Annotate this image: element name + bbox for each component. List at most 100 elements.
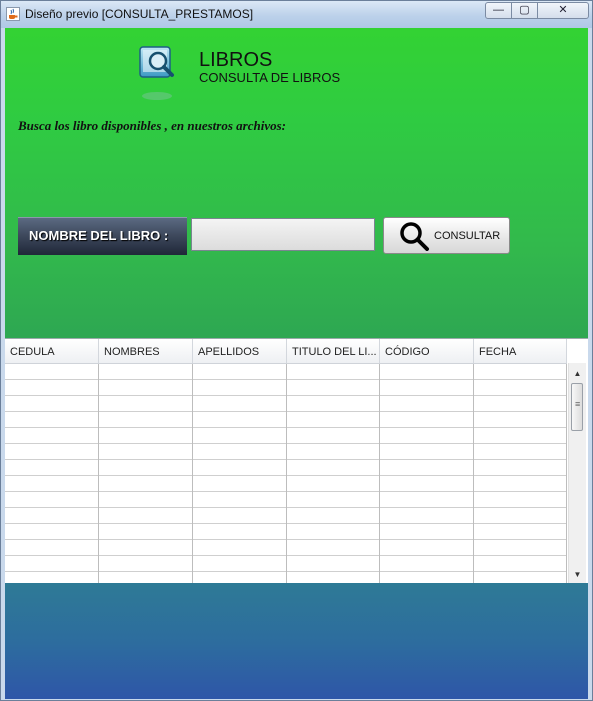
table-cell[interactable] <box>193 460 287 476</box>
table-cell[interactable] <box>5 540 99 556</box>
table-cell[interactable] <box>5 396 99 412</box>
table-cell[interactable] <box>380 444 474 460</box>
column-header-codigo[interactable]: CÓDIGO <box>380 339 474 363</box>
table-row[interactable] <box>5 444 567 460</box>
table-cell[interactable] <box>5 412 99 428</box>
table-cell[interactable] <box>380 428 474 444</box>
table-cell[interactable] <box>474 556 567 572</box>
table-cell[interactable] <box>380 364 474 380</box>
consult-button[interactable]: CONSULTAR <box>383 217 510 254</box>
maximize-button[interactable]: ▢ <box>511 2 538 19</box>
table-cell[interactable] <box>380 476 474 492</box>
table-row[interactable] <box>5 508 567 524</box>
table-cell[interactable] <box>193 412 287 428</box>
table-cell[interactable] <box>193 492 287 508</box>
column-header-fecha[interactable]: FECHA <box>474 339 567 363</box>
vertical-scrollbar[interactable]: ▲ ≡ ▼ <box>568 363 586 583</box>
table-cell[interactable] <box>99 460 193 476</box>
table-row[interactable] <box>5 524 567 540</box>
table-cell[interactable] <box>287 460 380 476</box>
table-cell[interactable] <box>5 524 99 540</box>
table-cell[interactable] <box>287 428 380 444</box>
table-cell[interactable] <box>99 540 193 556</box>
table-cell[interactable] <box>474 492 567 508</box>
table-cell[interactable] <box>474 508 567 524</box>
table-cell[interactable] <box>99 412 193 428</box>
table-cell[interactable] <box>5 380 99 396</box>
table-cell[interactable] <box>380 524 474 540</box>
table-cell[interactable] <box>287 508 380 524</box>
table-cell[interactable] <box>5 556 99 572</box>
table-cell[interactable] <box>474 412 567 428</box>
minimize-button[interactable]: — <box>485 2 512 19</box>
table-row[interactable] <box>5 396 567 412</box>
table-cell[interactable] <box>287 412 380 428</box>
table-body[interactable] <box>5 364 567 584</box>
table-cell[interactable] <box>99 508 193 524</box>
table-cell[interactable] <box>474 524 567 540</box>
title-bar[interactable]: Diseño previo [CONSULTA_PRESTAMOS] — ▢ ✕ <box>1 1 592 28</box>
table-cell[interactable] <box>474 396 567 412</box>
table-cell[interactable] <box>5 428 99 444</box>
table-cell[interactable] <box>380 380 474 396</box>
table-cell[interactable] <box>193 396 287 412</box>
table-row[interactable] <box>5 492 567 508</box>
table-cell[interactable] <box>193 524 287 540</box>
table-cell[interactable] <box>474 364 567 380</box>
table-cell[interactable] <box>5 476 99 492</box>
table-cell[interactable] <box>193 476 287 492</box>
table-cell[interactable] <box>287 444 380 460</box>
table-cell[interactable] <box>287 380 380 396</box>
table-cell[interactable] <box>474 380 567 396</box>
table-cell[interactable] <box>474 476 567 492</box>
table-cell[interactable] <box>5 444 99 460</box>
table-row[interactable] <box>5 380 567 396</box>
scroll-thumb[interactable]: ≡ <box>571 383 583 431</box>
table-cell[interactable] <box>99 476 193 492</box>
table-cell[interactable] <box>474 460 567 476</box>
table-cell[interactable] <box>193 364 287 380</box>
table-cell[interactable] <box>99 380 193 396</box>
table-cell[interactable] <box>474 428 567 444</box>
table-cell[interactable] <box>99 428 193 444</box>
table-cell[interactable] <box>99 524 193 540</box>
table-cell[interactable] <box>99 492 193 508</box>
table-row[interactable] <box>5 460 567 476</box>
table-row[interactable] <box>5 476 567 492</box>
close-button[interactable]: ✕ <box>537 2 589 19</box>
table-cell[interactable] <box>380 540 474 556</box>
table-cell[interactable] <box>99 396 193 412</box>
column-header-apellidos[interactable]: APELLIDOS <box>193 339 287 363</box>
table-cell[interactable] <box>99 444 193 460</box>
table-cell[interactable] <box>287 492 380 508</box>
table-cell[interactable] <box>5 508 99 524</box>
table-row[interactable] <box>5 540 567 556</box>
table-cell[interactable] <box>193 556 287 572</box>
table-cell[interactable] <box>193 444 287 460</box>
table-cell[interactable] <box>193 428 287 444</box>
table-row[interactable] <box>5 412 567 428</box>
table-cell[interactable] <box>380 396 474 412</box>
table-cell[interactable] <box>5 460 99 476</box>
table-cell[interactable] <box>380 492 474 508</box>
table-cell[interactable] <box>287 396 380 412</box>
table-cell[interactable] <box>5 492 99 508</box>
table-cell[interactable] <box>99 364 193 380</box>
table-row[interactable] <box>5 556 567 572</box>
table-cell[interactable] <box>287 556 380 572</box>
table-row[interactable] <box>5 428 567 444</box>
table-cell[interactable] <box>474 540 567 556</box>
table-cell[interactable] <box>287 476 380 492</box>
table-cell[interactable] <box>380 556 474 572</box>
table-cell[interactable] <box>193 508 287 524</box>
table-cell[interactable] <box>287 364 380 380</box>
results-table[interactable]: CEDULA NOMBRES APELLIDOS TITULO DEL LI..… <box>5 338 588 585</box>
column-header-nombres[interactable]: NOMBRES <box>99 339 193 363</box>
table-row[interactable] <box>5 364 567 380</box>
table-cell[interactable] <box>287 540 380 556</box>
table-cell[interactable] <box>99 556 193 572</box>
column-header-cedula[interactable]: CEDULA <box>5 339 99 363</box>
table-cell[interactable] <box>380 460 474 476</box>
scroll-down-icon[interactable]: ▼ <box>569 566 586 583</box>
table-cell[interactable] <box>380 412 474 428</box>
